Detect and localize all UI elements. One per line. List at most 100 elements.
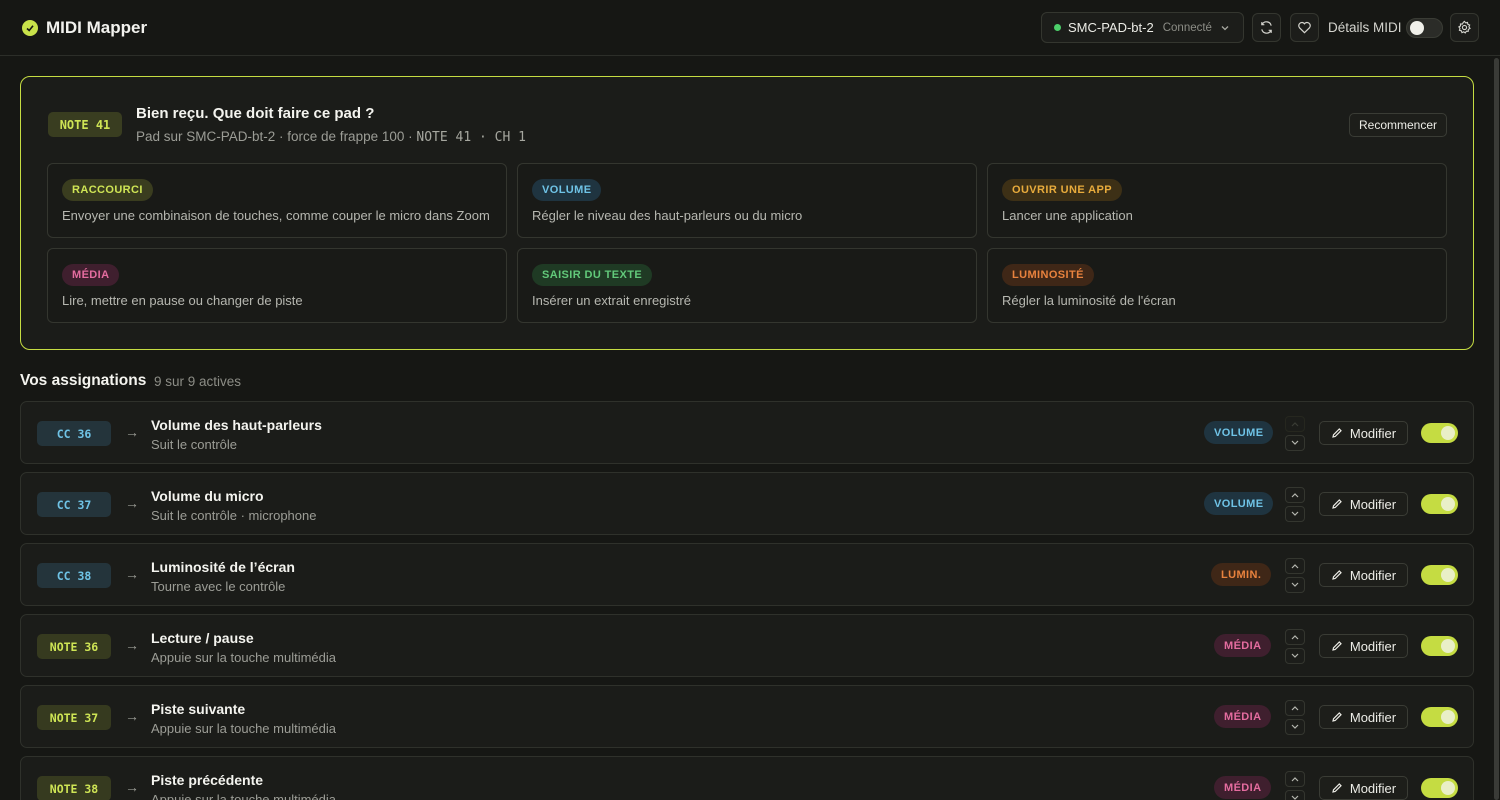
- reorder-controls: [1285, 629, 1305, 665]
- trigger-badge: CC 38: [37, 563, 111, 588]
- action-option-open-app[interactable]: OUVRIR UNE APP Lancer une application: [987, 163, 1447, 238]
- assignment-subtitle: Appuie sur la touche multimédia: [151, 721, 336, 736]
- reorder-controls: [1285, 487, 1305, 523]
- edit-label: Modifier: [1349, 567, 1397, 583]
- refresh-button[interactable]: [1252, 13, 1281, 42]
- assignment-row: CC 36 → Volume des haut-parleurs Suit le…: [20, 401, 1474, 464]
- move-up-button[interactable]: [1285, 629, 1305, 645]
- move-up-button[interactable]: [1285, 558, 1305, 574]
- received-note-badge: NOTE 41: [48, 112, 122, 137]
- favorites-button[interactable]: [1290, 13, 1319, 42]
- prompt-subtitle: Pad sur SMC-PAD-bt-2 · force de frappe 1…: [136, 129, 526, 145]
- refresh-icon: [1261, 21, 1272, 34]
- enable-toggle[interactable]: [1421, 423, 1458, 443]
- arrow-icon: →: [125, 424, 139, 440]
- arrow-icon: →: [125, 495, 139, 511]
- assignment-subtitle: Suit le contrôle · microphone: [151, 508, 317, 523]
- arrow-icon: →: [125, 708, 139, 724]
- option-tag: MÉDIA: [62, 264, 120, 286]
- trigger-badge: CC 36: [37, 421, 111, 446]
- trigger-badge: NOTE 36: [37, 634, 111, 659]
- chevron-down-icon: [1291, 795, 1299, 800]
- trigger-badge: CC 37: [37, 492, 111, 517]
- assignment-title: Lecture / pause: [151, 630, 254, 646]
- arrow-icon: →: [125, 566, 139, 582]
- chevron-up-icon: [1291, 635, 1299, 640]
- chevron-up-icon: [1291, 777, 1299, 782]
- midi-details-label: Détails MIDI: [1328, 20, 1402, 35]
- assignments-count: 9 sur 9 actives: [154, 374, 242, 389]
- heart-icon: [1298, 21, 1311, 34]
- option-tag: VOLUME: [532, 179, 602, 201]
- reorder-controls: [1285, 700, 1305, 736]
- action-option-type-text[interactable]: SAISIR DU TEXTE Insérer un extrait enreg…: [517, 248, 977, 323]
- enable-toggle[interactable]: [1421, 778, 1458, 798]
- action-option-volume[interactable]: VOLUME Régler le niveau des haut-parleur…: [517, 163, 977, 238]
- action-option-media[interactable]: MÉDIA Lire, mettre en pause ou changer d…: [47, 248, 507, 323]
- assignment-subtitle: Appuie sur la touche multimédia: [151, 650, 336, 665]
- category-badge: VOLUME: [1204, 421, 1274, 444]
- assignments-title: Vos assignations: [20, 372, 147, 389]
- move-down-button[interactable]: [1285, 435, 1305, 451]
- edit-label: Modifier: [1349, 496, 1397, 512]
- edit-button[interactable]: Modifier: [1319, 421, 1408, 445]
- option-description: Régler le niveau des haut-parleurs ou du…: [532, 208, 803, 223]
- category-badge: VOLUME: [1204, 492, 1274, 515]
- chevron-up-icon: [1291, 493, 1299, 498]
- chevron-down-icon: [1291, 511, 1299, 516]
- move-up-button[interactable]: [1285, 416, 1305, 432]
- move-down-button[interactable]: [1285, 577, 1305, 593]
- trigger-badge: NOTE 37: [37, 705, 111, 730]
- connection-status-dot: [1054, 24, 1061, 31]
- action-option-shortcut[interactable]: RACCOURCI Envoyer une combinaison de tou…: [47, 163, 507, 238]
- brand: MIDI Mapper: [22, 18, 147, 38]
- move-down-button[interactable]: [1285, 506, 1305, 522]
- edit-button[interactable]: Modifier: [1319, 492, 1408, 516]
- trigger-badge: NOTE 38: [37, 776, 111, 800]
- pencil-icon: [1332, 641, 1342, 651]
- move-up-button[interactable]: [1285, 700, 1305, 716]
- assignment-title: Volume des haut-parleurs: [151, 417, 322, 433]
- edit-button[interactable]: Modifier: [1319, 634, 1408, 658]
- edit-button[interactable]: Modifier: [1319, 776, 1408, 800]
- edit-button[interactable]: Modifier: [1319, 563, 1408, 587]
- assignment-row: CC 38 → Luminosité de l’écran Tourne ave…: [20, 543, 1474, 606]
- reorder-controls: [1285, 771, 1305, 800]
- device-selector[interactable]: SMC-PAD-bt-2 Connecté: [1041, 12, 1244, 43]
- move-up-button[interactable]: [1285, 487, 1305, 503]
- prompt-subtitle-text: Pad sur SMC-PAD-bt-2 · force de frappe 1…: [136, 129, 413, 144]
- edit-button[interactable]: Modifier: [1319, 705, 1408, 729]
- assignment-title: Piste suivante: [151, 701, 246, 717]
- option-description: Envoyer une combinaison de touches, comm…: [62, 208, 490, 223]
- page-scrollbar[interactable]: [1493, 56, 1500, 800]
- chevron-down-icon: [1291, 582, 1299, 587]
- pencil-icon: [1332, 570, 1342, 580]
- prompt-subtitle-midi: NOTE 41 · CH 1: [416, 130, 526, 145]
- enable-toggle[interactable]: [1421, 565, 1458, 585]
- edit-label: Modifier: [1349, 709, 1397, 725]
- device-name: SMC-PAD-bt-2: [1068, 20, 1154, 35]
- move-up-button[interactable]: [1285, 771, 1305, 787]
- restart-button[interactable]: Recommencer: [1349, 113, 1447, 137]
- option-tag: OUVRIR UNE APP: [1002, 179, 1122, 201]
- chevron-up-icon: [1291, 564, 1299, 569]
- settings-button[interactable]: [1450, 13, 1479, 42]
- edit-label: Modifier: [1349, 425, 1397, 441]
- scrollbar-thumb[interactable]: [1494, 58, 1499, 800]
- midi-details-toggle[interactable]: [1406, 18, 1443, 38]
- app-title: MIDI Mapper: [46, 18, 148, 37]
- arrow-icon: →: [125, 779, 139, 795]
- reorder-controls: [1285, 416, 1305, 452]
- move-down-button[interactable]: [1285, 648, 1305, 664]
- action-option-brightness[interactable]: LUMINOSITÉ Régler la luminosité de l'écr…: [987, 248, 1447, 323]
- enable-toggle[interactable]: [1421, 494, 1458, 514]
- chevron-up-icon: [1291, 706, 1299, 711]
- assignment-subtitle: Appuie sur la touche multimédia: [151, 792, 336, 800]
- enable-toggle[interactable]: [1421, 636, 1458, 656]
- move-down-button[interactable]: [1285, 790, 1305, 800]
- enable-toggle[interactable]: [1421, 707, 1458, 727]
- category-badge: LUMIN.: [1211, 563, 1272, 586]
- option-description: Régler la luminosité de l'écran: [1002, 293, 1176, 308]
- move-down-button[interactable]: [1285, 719, 1305, 735]
- chevron-down-icon: [1291, 653, 1299, 658]
